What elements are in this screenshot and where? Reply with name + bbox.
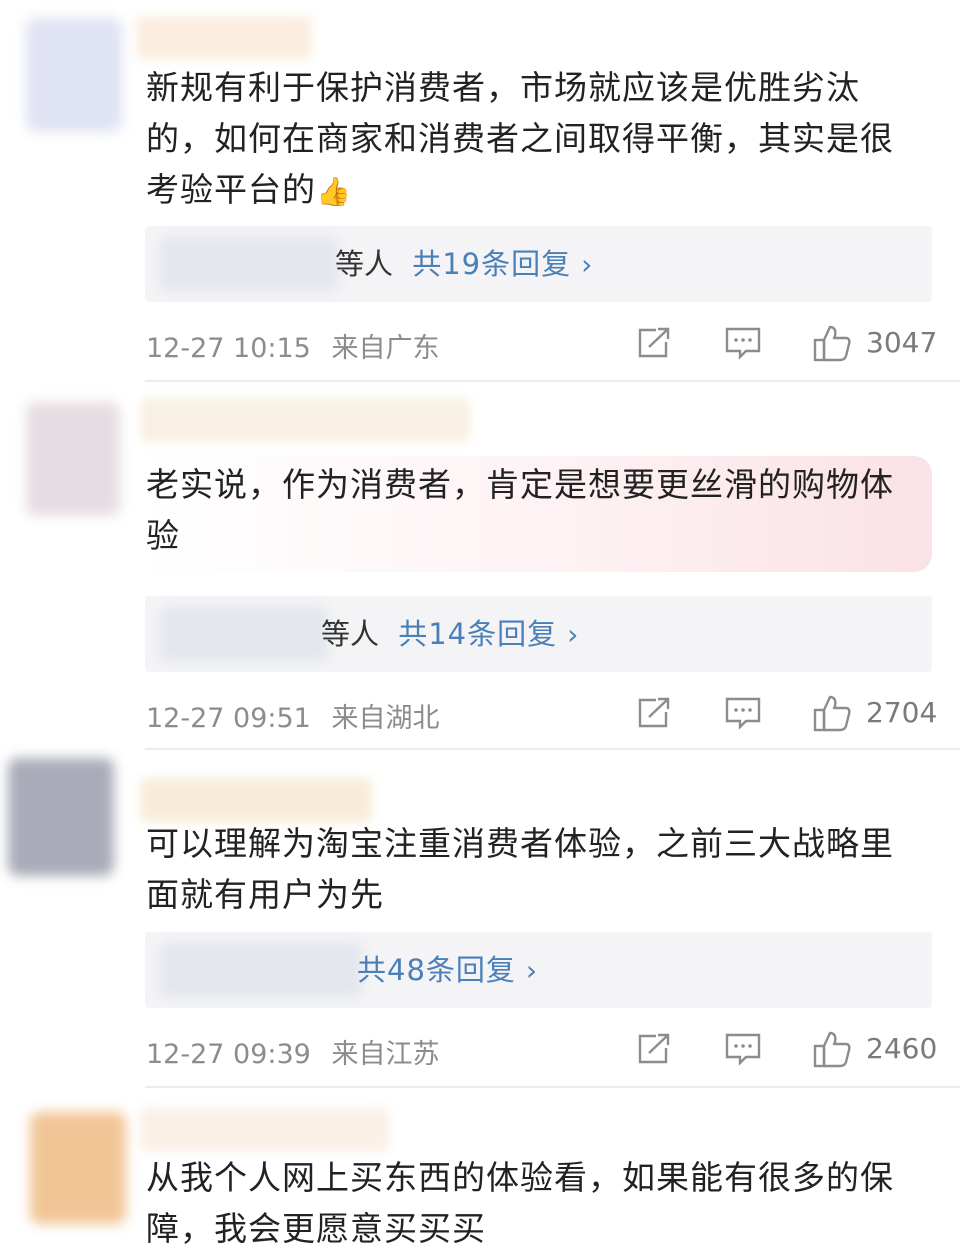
username-blurred[interactable]	[140, 778, 372, 822]
thumbs-up-emoji: 👍	[316, 175, 352, 208]
comment-meta: 12-27 09:39 来自江苏	[146, 1032, 439, 1071]
share-icon[interactable]	[636, 696, 672, 734]
comment-text: 老实说，作为消费者，肯定是想要更丝滑的购物体验	[146, 465, 894, 555]
thumbs-up-icon[interactable]	[812, 1030, 852, 1072]
avatar[interactable]	[26, 18, 122, 132]
replier-names-blurred	[159, 942, 363, 998]
like-count: 3047	[866, 326, 938, 359]
comment-icon[interactable]	[724, 1032, 762, 1070]
reply-count-link[interactable]: 共48条回复	[357, 953, 516, 987]
comment-icon[interactable]	[724, 696, 762, 734]
comment-meta: 12-27 10:15 来自广东	[146, 326, 439, 365]
reply-summary[interactable]: 等人 共14条回复 ›	[145, 596, 932, 672]
reply-who-label: 等人	[335, 247, 394, 281]
reply-who-label: 等人	[321, 617, 380, 651]
comment-meta: 12-27 09:51 来自湖北	[146, 696, 439, 735]
replier-names-blurred	[159, 606, 329, 662]
location: 来自江苏	[331, 1039, 440, 1070]
divider	[145, 748, 960, 750]
chevron-right-icon: ›	[567, 618, 579, 651]
comment-text: 从我个人网上买东西的体验看，如果能有很多的保障，我会更愿意买买买	[146, 1158, 894, 1248]
replier-names-blurred	[159, 236, 339, 292]
username-blurred[interactable]	[140, 1108, 390, 1152]
comment-text: 可以理解为淘宝注重消费者体验，之前三大战略里面就有用户为先	[146, 824, 894, 914]
divider	[145, 1086, 960, 1088]
avatar[interactable]	[30, 1112, 126, 1224]
reply-summary[interactable]: 等人 共19条回复 ›	[145, 226, 932, 302]
comment-text: 新规有利于保护消费者，市场就应该是优胜劣汰的，如何在商家和消费者之间取得平衡，其…	[146, 68, 894, 209]
share-icon[interactable]	[636, 326, 672, 364]
location: 来自湖北	[331, 703, 440, 734]
username-blurred[interactable]	[140, 398, 470, 442]
chevron-right-icon: ›	[581, 248, 593, 281]
username-blurred[interactable]	[136, 16, 312, 60]
reply-summary[interactable]: 共48条回复 ›	[145, 932, 932, 1008]
share-icon[interactable]	[636, 1032, 672, 1070]
thumbs-up-icon[interactable]	[812, 324, 852, 366]
timestamp: 12-27 09:51	[146, 703, 311, 734]
avatar[interactable]	[8, 758, 114, 876]
chevron-right-icon: ›	[525, 954, 538, 987]
divider	[145, 380, 960, 382]
like-count: 2460	[866, 1032, 938, 1065]
avatar[interactable]	[26, 402, 120, 516]
thumbs-up-icon[interactable]	[812, 694, 852, 736]
reply-count-link[interactable]: 共14条回复	[398, 617, 557, 651]
reply-count-link[interactable]: 共19条回复	[412, 247, 571, 281]
location: 来自广东	[331, 333, 440, 364]
timestamp: 12-27 09:39	[146, 1039, 311, 1070]
timestamp: 12-27 10:15	[146, 333, 311, 364]
comment-icon[interactable]	[724, 326, 762, 364]
like-count: 2704	[866, 696, 938, 729]
